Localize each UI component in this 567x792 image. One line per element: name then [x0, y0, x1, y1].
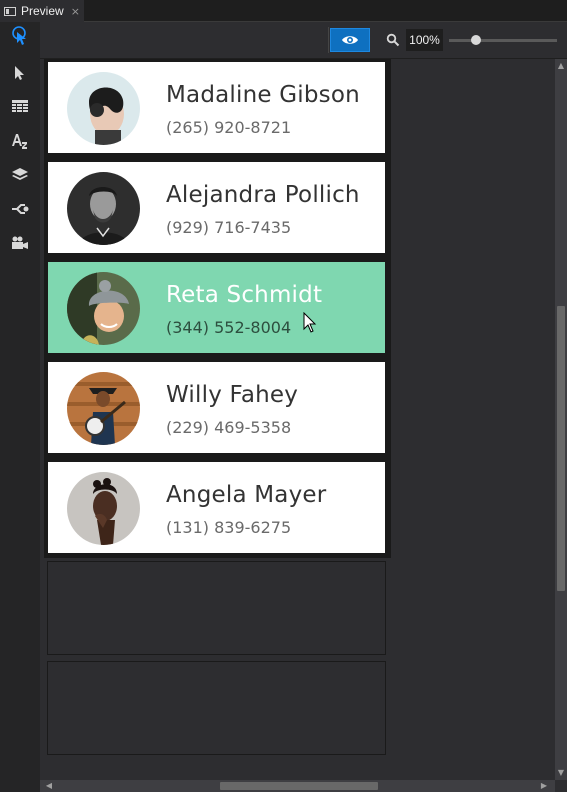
contact-phone: (929) 716-7435	[166, 218, 292, 237]
scroll-down-arrow-icon[interactable]: ▼	[555, 766, 567, 780]
layers-button[interactable]	[8, 163, 32, 187]
contact-name: Alejandra Pollich	[166, 182, 360, 208]
empty-list-slot	[47, 661, 386, 755]
avatar	[67, 372, 140, 445]
text-style-icon	[12, 134, 27, 149]
pointer-icon	[15, 66, 24, 80]
scroll-right-arrow-icon[interactable]: ▶	[537, 780, 551, 792]
empty-list-slot	[47, 561, 386, 655]
pointer-tool-button[interactable]	[8, 61, 32, 85]
contact-card-selected[interactable]: Reta Schmidt (344) 552-8004	[47, 261, 386, 354]
scroll-left-arrow-icon[interactable]: ◀	[42, 780, 56, 792]
grid-tool-button[interactable]	[8, 95, 32, 119]
contact-phone: (229) 469-5358	[166, 418, 292, 437]
touch-tool-icon	[12, 26, 26, 45]
preview-toggle-button[interactable]	[330, 28, 370, 52]
contact-list: Madaline Gibson (265) 920-8721 Alejandra…	[44, 59, 391, 558]
contact-name: Willy Fahey	[166, 382, 299, 408]
horizontal-scroll-thumb[interactable]	[220, 782, 378, 790]
connector-icon	[12, 204, 29, 214]
avatar	[67, 272, 140, 345]
scroll-up-arrow-icon[interactable]: ▲	[555, 59, 567, 73]
preview-icon	[4, 6, 16, 16]
zoom-level-field[interactable]: 100%	[406, 29, 443, 51]
zoom-slider-thumb[interactable]	[471, 35, 481, 45]
grid-icon	[12, 100, 28, 112]
contact-card[interactable]: Madaline Gibson (265) 920-8721	[47, 61, 386, 154]
contact-name: Angela Mayer	[166, 482, 327, 508]
tab-preview[interactable]: Preview ×	[0, 0, 84, 22]
touch-tool-button[interactable]	[8, 26, 32, 50]
avatar	[67, 172, 140, 245]
tool-sidebar	[0, 22, 40, 792]
contact-phone: (131) 839-6275	[166, 518, 292, 537]
tab-label: Preview	[21, 4, 64, 18]
video-camera-icon	[12, 236, 28, 249]
toolbar-separator	[328, 27, 329, 53]
contact-card[interactable]: Willy Fahey (229) 469-5358	[47, 361, 386, 454]
connector-button[interactable]	[8, 197, 32, 221]
mouse-cursor-icon	[303, 312, 317, 333]
scrollbar-corner	[555, 780, 567, 792]
layers-icon	[12, 168, 28, 180]
contact-card[interactable]: Angela Mayer (131) 839-6275	[47, 461, 386, 554]
contact-card[interactable]: Alejandra Pollich (929) 716-7435	[47, 161, 386, 254]
avatar	[67, 72, 140, 145]
zoom-slider-track[interactable]	[449, 39, 557, 42]
magnifier-icon	[386, 32, 402, 48]
preview-toolbar: 100%	[40, 22, 567, 59]
horizontal-scrollbar[interactable]: ◀ ▶	[40, 780, 555, 792]
eye-icon	[342, 36, 358, 44]
text-style-button[interactable]	[8, 129, 32, 153]
video-camera-button[interactable]	[8, 231, 32, 255]
contact-phone: (265) 920-8721	[166, 118, 292, 137]
contact-name: Madaline Gibson	[166, 82, 360, 108]
preview-canvas: Madaline Gibson (265) 920-8721 Alejandra…	[40, 59, 555, 780]
contact-name: Reta Schmidt	[166, 282, 323, 308]
close-icon[interactable]: ×	[71, 5, 80, 18]
tab-strip: Preview ×	[0, 0, 567, 22]
vertical-scrollbar[interactable]: ▲ ▼	[555, 59, 567, 780]
vertical-scroll-thumb[interactable]	[557, 306, 565, 591]
contact-phone: (344) 552-8004	[166, 318, 292, 337]
avatar	[67, 472, 140, 545]
